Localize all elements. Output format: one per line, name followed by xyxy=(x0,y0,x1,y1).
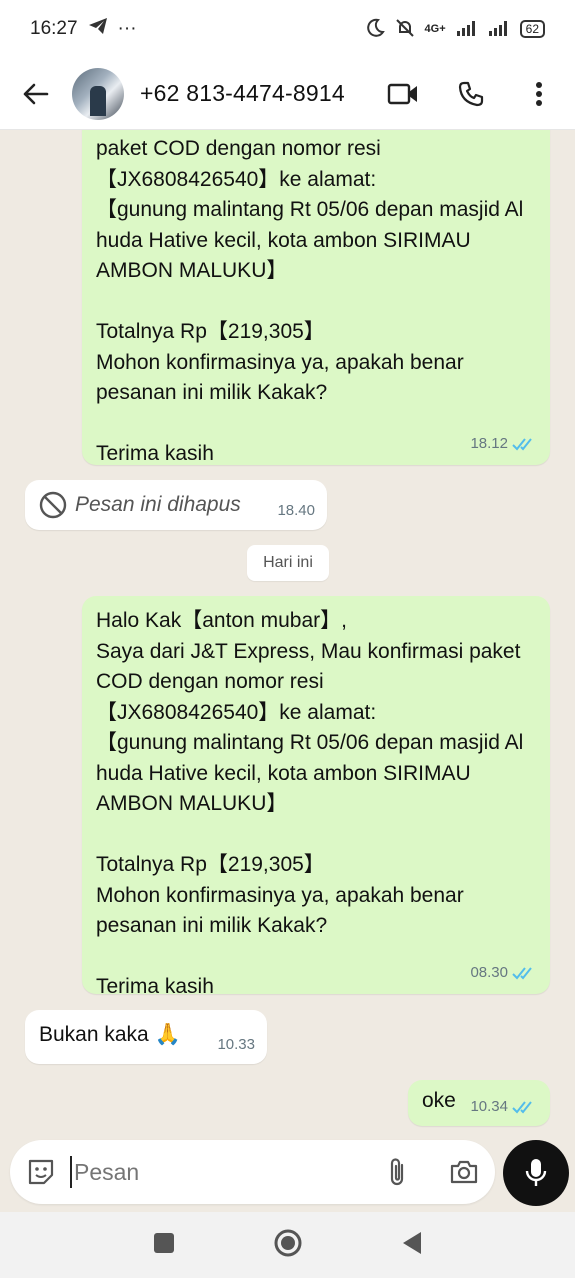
message-text: paket COD dengan nomor resi 【JX680842654… xyxy=(96,137,524,465)
telegram-icon xyxy=(88,17,108,41)
recents-button[interactable] xyxy=(153,1232,175,1259)
message-time: 10.34 xyxy=(470,1097,508,1115)
network-type: 4G+ xyxy=(424,23,446,35)
battery-level: 62 xyxy=(525,22,539,36)
status-time: 16:27 xyxy=(30,18,78,39)
sticker-icon[interactable] xyxy=(26,1157,56,1187)
attach-icon[interactable] xyxy=(383,1157,413,1187)
message-bubble-outgoing[interactable]: oke 10.34 xyxy=(408,1080,550,1126)
message-text: Pesan ini dihapus xyxy=(75,492,241,516)
message-input[interactable] xyxy=(70,1156,383,1188)
camera-icon[interactable] xyxy=(449,1157,479,1187)
more-options-icon[interactable] xyxy=(523,78,555,110)
blocked-circle-icon xyxy=(39,491,67,519)
back-arrow-icon[interactable] xyxy=(18,77,52,111)
signal-icon xyxy=(456,20,478,39)
message-bubble-incoming[interactable]: Bukan kaka 🙏 10.33 xyxy=(25,1010,267,1064)
chat-area[interactable]: paket COD dengan nomor resi 【JX680842654… xyxy=(0,130,575,1140)
battery-icon: 62 xyxy=(519,20,545,38)
message-bubble-outgoing[interactable]: Halo Kak【anton mubar】, Saya dari J&T Exp… xyxy=(82,596,550,998)
avatar[interactable] xyxy=(72,67,124,120)
message-text: Halo Kak【anton mubar】, Saya dari J&T Exp… xyxy=(96,609,524,998)
chat-header: +62 813-4474-8914 xyxy=(0,58,575,130)
read-ticks-icon xyxy=(512,438,532,451)
date-separator: Hari ini xyxy=(247,545,329,581)
back-button[interactable] xyxy=(401,1230,423,1261)
mute-bell-icon xyxy=(395,18,415,41)
microphone-icon xyxy=(525,1159,547,1186)
message-bubble-outgoing[interactable]: paket COD dengan nomor resi 【JX680842654… xyxy=(82,130,550,465)
read-ticks-icon xyxy=(512,967,532,980)
home-button[interactable] xyxy=(273,1228,303,1263)
mic-button[interactable] xyxy=(503,1140,569,1206)
square-icon xyxy=(153,1232,174,1253)
more-notifications-icon: ··· xyxy=(117,18,137,39)
message-composer xyxy=(10,1140,495,1204)
triangle-back-icon xyxy=(402,1231,421,1254)
message-time: 18.40 xyxy=(277,501,315,519)
message-time: 08.30 xyxy=(470,963,508,981)
read-ticks-icon xyxy=(512,1101,532,1114)
system-nav-bar xyxy=(0,1212,575,1278)
contact-name[interactable]: +62 813-4474-8914 xyxy=(140,80,345,107)
dnd-moon-icon xyxy=(365,18,385,41)
voice-call-icon[interactable] xyxy=(455,78,487,110)
message-time: 10.33 xyxy=(217,1035,255,1053)
message-bubble-deleted[interactable]: Pesan ini dihapus 18.40 xyxy=(25,480,327,530)
signal-icon-2 xyxy=(488,20,510,39)
video-call-icon[interactable] xyxy=(387,78,419,110)
circle-icon xyxy=(274,1229,301,1256)
message-time: 18.12 xyxy=(470,434,508,452)
status-bar: 16:27 ··· 4G+ 62 xyxy=(0,0,575,58)
